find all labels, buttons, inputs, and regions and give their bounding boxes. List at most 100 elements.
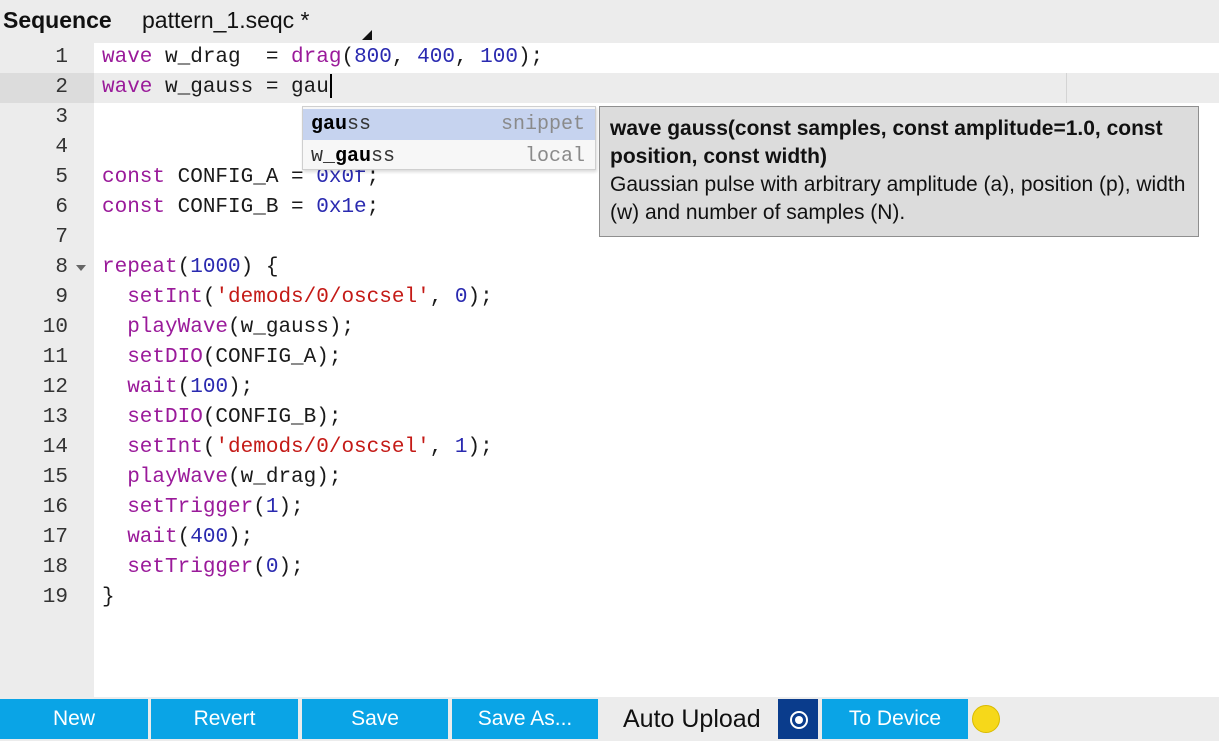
tooltip-description: Gaussian pulse with arbitrary amplitude … — [610, 173, 1186, 224]
resize-corner-icon — [362, 30, 372, 40]
to-device-button[interactable]: To Device — [822, 699, 968, 739]
line-number: 12 — [42, 376, 68, 399]
code-token: , — [429, 286, 455, 309]
completion-match: gau — [311, 113, 348, 136]
line-number: 3 — [55, 106, 68, 129]
code-line[interactable]: setTrigger(1); — [102, 493, 304, 523]
code-token: const — [102, 196, 166, 219]
line-number: 19 — [42, 586, 68, 609]
line-number: 17 — [42, 526, 68, 549]
line-number: 9 — [55, 286, 68, 309]
line-number: 1 — [55, 46, 68, 69]
code-token: drag — [291, 46, 342, 69]
panel-title: Sequence — [3, 7, 112, 33]
completion-match: gau — [335, 145, 372, 168]
code-token: (CONFIG_B); — [202, 406, 342, 429]
code-line[interactable]: setTrigger(0); — [102, 553, 304, 583]
code-token: wave — [102, 46, 153, 69]
line-number: 6 — [55, 196, 68, 219]
code-token: ); — [228, 526, 254, 549]
line-number: 8 — [55, 256, 68, 279]
code-token: ( — [177, 526, 191, 549]
code-token: ); — [467, 286, 493, 309]
code-token: CONFIG_A = — [165, 166, 317, 189]
completion-rest: ss — [347, 113, 372, 136]
line-number: 4 — [55, 136, 68, 159]
code-token: setInt — [102, 286, 203, 309]
code-token: repeat — [102, 256, 178, 279]
text-cursor — [329, 74, 332, 99]
code-token: 800 — [354, 46, 392, 69]
autocomplete-item-name: w_gauss — [311, 141, 395, 172]
code-token: (w_gauss); — [228, 316, 355, 339]
code-line[interactable]: setDIO(CONFIG_B); — [102, 403, 341, 433]
code-token: const — [102, 166, 166, 189]
code-token: ( — [177, 376, 191, 399]
autocomplete-item-meta: snippet — [500, 113, 585, 136]
line-number: 5 — [55, 166, 68, 189]
code-line[interactable]: } — [102, 583, 115, 613]
bottom-toolbar: New Revert Save Save As... Auto Upload T… — [0, 697, 1219, 741]
code-token: setInt — [102, 436, 203, 459]
line-number: 11 — [42, 346, 68, 369]
code-line[interactable]: playWave(w_drag); — [102, 463, 341, 493]
code-token: ( — [341, 46, 355, 69]
code-line[interactable]: setInt('demods/0/oscsel', 0); — [102, 283, 493, 313]
code-token: 400 — [190, 526, 229, 549]
code-line[interactable]: const CONFIG_B = 0x1e; — [102, 193, 379, 223]
code-token: 0 — [454, 286, 468, 309]
code-line[interactable]: wave w_gauss = gau — [102, 73, 332, 103]
code-token: ); — [278, 496, 304, 519]
autocomplete-item-name: gauss — [311, 109, 371, 140]
save-as-button[interactable]: Save As... — [452, 699, 598, 739]
print-margin — [1066, 73, 1219, 103]
autocomplete-item[interactable]: gauss snippet — [303, 109, 595, 140]
autocomplete-item[interactable]: w_gauss local — [303, 141, 595, 172]
new-button[interactable]: New — [0, 699, 148, 739]
code-token: 400 — [417, 46, 455, 69]
code-line[interactable]: wait(100); — [102, 373, 253, 403]
line-number: 14 — [42, 436, 68, 459]
code-token: 0x1e — [316, 196, 367, 219]
code-line[interactable]: playWave(w_gauss); — [102, 313, 354, 343]
tooltip-signature: wave gauss(const samples, const amplitud… — [610, 117, 1163, 168]
line-number: 18 — [42, 556, 68, 579]
title-bar: Sequence pattern_1.seqc * — [0, 0, 1219, 42]
save-button[interactable]: Save — [302, 699, 448, 739]
code-line[interactable]: wait(400); — [102, 523, 253, 553]
autocomplete-popup: gauss snippet w_gauss local — [302, 106, 596, 170]
code-token: wait — [102, 376, 178, 399]
line-number: 15 — [42, 466, 68, 489]
code-token: CONFIG_B = — [165, 196, 317, 219]
line-number: 2 — [55, 76, 68, 99]
fold-arrow-icon[interactable] — [76, 265, 86, 271]
code-line[interactable]: wave w_drag = drag(800, 400, 100); — [102, 43, 543, 73]
code-token: ( — [253, 556, 266, 579]
line-number: 13 — [42, 406, 68, 429]
line-number: 10 — [42, 316, 68, 339]
code-token: w_gauss = gau — [152, 76, 329, 99]
code-token: w_drag = — [152, 46, 292, 69]
code-line[interactable]: repeat(1000) { — [102, 253, 278, 283]
code-token: playWave — [102, 466, 229, 489]
code-token: , — [454, 46, 481, 69]
code-token: setDIO — [102, 406, 203, 429]
code-line[interactable]: setInt('demods/0/oscsel', 1); — [102, 433, 493, 463]
code-token: ; — [366, 196, 380, 219]
code-token: ( — [177, 256, 191, 279]
code-token: ( — [253, 496, 266, 519]
code-token: 'demods/0/oscsel' — [215, 286, 430, 309]
autocomplete-item-meta: local — [524, 145, 585, 168]
code-token: wave — [102, 76, 153, 99]
code-token: playWave — [102, 316, 229, 339]
code-line[interactable]: setDIO(CONFIG_A); — [102, 343, 341, 373]
code-token: ); — [517, 46, 544, 69]
auto-upload-toggle[interactable] — [778, 699, 818, 739]
code-token: ); — [278, 556, 304, 579]
file-name-tab[interactable]: pattern_1.seqc * — [142, 7, 310, 34]
code-token: (CONFIG_A); — [202, 346, 342, 369]
completion-rest: ss — [371, 145, 396, 168]
code-token: 'demods/0/oscsel' — [215, 436, 430, 459]
revert-button[interactable]: Revert — [151, 699, 298, 739]
code-token: , — [429, 436, 455, 459]
